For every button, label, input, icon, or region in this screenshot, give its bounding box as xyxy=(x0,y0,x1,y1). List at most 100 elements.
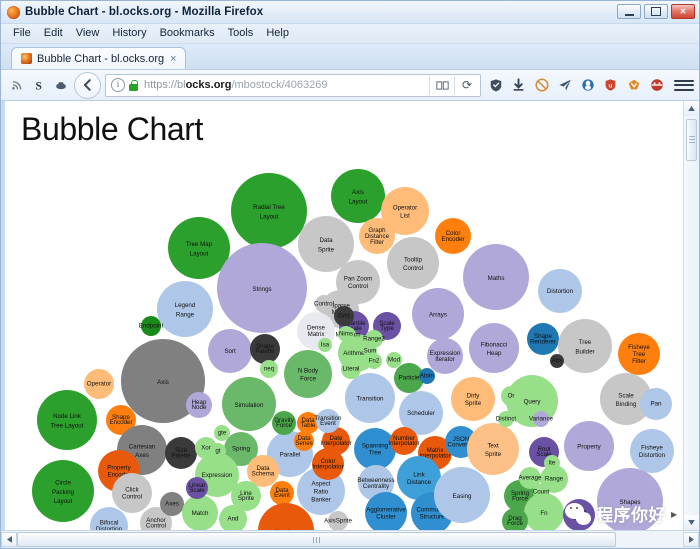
bubble-circle[interactable] xyxy=(469,323,519,373)
bubble-circle[interactable] xyxy=(318,338,332,352)
bubble-circle[interactable] xyxy=(186,477,208,499)
bubble-node[interactable]: TextSprite xyxy=(467,423,519,475)
bubble-circle[interactable] xyxy=(316,409,340,433)
bubble-circle[interactable] xyxy=(359,218,395,254)
horizontal-scroll-track[interactable] xyxy=(17,532,683,547)
bubble-circle[interactable] xyxy=(32,460,94,522)
horizontal-scroll-thumb[interactable] xyxy=(17,532,616,547)
bubble-circle[interactable] xyxy=(550,354,564,368)
bubble-circle[interactable] xyxy=(501,386,521,406)
bubble-node[interactable]: FibonacciHeap xyxy=(469,323,519,373)
bubble-node[interactable]: Literal xyxy=(341,359,361,379)
bubble-circle[interactable] xyxy=(354,428,396,470)
bubble-node[interactable]: DataSeries xyxy=(294,431,314,451)
bubble-circle[interactable] xyxy=(387,237,439,289)
tab-bubble-chart[interactable]: Bubble Chart - bl.ocks.org × xyxy=(11,47,186,69)
privacy-badger-icon[interactable] xyxy=(577,75,598,96)
bubble-node[interactable]: Transition xyxy=(345,373,395,423)
bubble-node[interactable]: DataTable xyxy=(297,412,319,434)
bubble-circle[interactable] xyxy=(328,511,348,530)
bubble-circle[interactable] xyxy=(250,334,280,364)
bubble-circle[interactable] xyxy=(498,411,514,427)
bubble-node[interactable]: Sort xyxy=(208,329,252,373)
horizontal-scrollbar[interactable] xyxy=(1,530,699,547)
scroll-down-button[interactable] xyxy=(684,515,699,530)
bubble-circle[interactable] xyxy=(558,319,612,373)
bubble-circle[interactable] xyxy=(270,481,294,505)
bubble-circle[interactable] xyxy=(435,218,471,254)
scroll-up-button[interactable] xyxy=(684,101,699,116)
bubble-circle[interactable] xyxy=(630,429,674,473)
reader-view-icon[interactable] xyxy=(429,76,454,95)
bubble-circle[interactable] xyxy=(315,295,333,313)
bubble-node[interactable]: ShapePalette xyxy=(250,334,280,364)
bubble-circle[interactable] xyxy=(84,369,114,399)
bubble-circle[interactable] xyxy=(618,333,660,375)
bubble-circle[interactable] xyxy=(222,377,276,431)
bubble-node[interactable]: Arrays xyxy=(412,288,464,340)
scroll-right-button[interactable] xyxy=(683,532,699,547)
bubble-circle[interactable] xyxy=(298,216,354,272)
bubble-circle[interactable] xyxy=(338,326,354,342)
bubble-node[interactable]: Sum xyxy=(363,344,377,358)
bubble-node[interactable]: CirclePackingLayout xyxy=(32,460,94,522)
bubble-node[interactable]: N BodyForce xyxy=(284,350,332,398)
bubble-node[interactable]: Pan xyxy=(640,388,672,420)
bubble-circle[interactable] xyxy=(168,217,230,279)
bubble-circle[interactable] xyxy=(341,359,361,379)
vertical-scrollbar[interactable] xyxy=(683,101,699,530)
bubble-circle[interactable] xyxy=(284,350,332,398)
bubble-circle[interactable] xyxy=(334,306,354,326)
bubble-node[interactable]: ClickControl xyxy=(112,473,152,513)
bubble-node[interactable]: gt xyxy=(210,443,226,459)
menu-view[interactable]: View xyxy=(70,26,107,41)
url-bar[interactable]: i https://blocks.org/mbostock/4063269 ⟳ xyxy=(105,74,481,97)
bubble-circle[interactable] xyxy=(214,425,230,441)
bubble-node[interactable]: Property xyxy=(564,421,614,471)
rss-feed-icon[interactable] xyxy=(6,74,28,96)
bubble-node[interactable]: TooltipControl xyxy=(387,237,439,289)
bubble-node[interactable]: DataSprite xyxy=(298,216,354,272)
bubble-node[interactable]: AxisLayout xyxy=(331,169,385,223)
bubble-node[interactable]: GraphDistanceFilter xyxy=(359,218,395,254)
bubble-circle[interactable] xyxy=(112,473,152,513)
bubble-circle[interactable] xyxy=(345,373,395,423)
bubble-node[interactable]: Axes xyxy=(160,492,184,516)
close-button[interactable]: ✕ xyxy=(671,4,695,19)
bubble-circle[interactable] xyxy=(160,492,184,516)
bubble-circle[interactable] xyxy=(544,455,560,471)
hamburger-menu-icon[interactable] xyxy=(674,80,694,91)
bubble-circle[interactable] xyxy=(37,390,97,450)
menu-tools[interactable]: Tools xyxy=(222,26,261,41)
bubble-node[interactable]: gte xyxy=(214,425,230,441)
bubble-circle[interactable] xyxy=(210,443,226,459)
bubble-node[interactable]: LinearScale xyxy=(186,477,208,499)
bubble-node[interactable]: DirtySprite xyxy=(451,377,495,421)
downthemall-icon[interactable] xyxy=(50,74,72,96)
bubble-node[interactable]: ExpressionIterator xyxy=(427,338,463,374)
bubble-node[interactable]: SpanningTree xyxy=(354,428,396,470)
bubble-circle[interactable] xyxy=(186,392,212,418)
bubble-circle[interactable] xyxy=(533,484,549,500)
menu-edit[interactable]: Edit xyxy=(38,26,70,41)
bubble-circle[interactable] xyxy=(272,411,296,435)
send-tab-icon[interactable] xyxy=(554,75,575,96)
bubble-circle[interactable] xyxy=(527,323,559,355)
bubble-circle[interactable] xyxy=(640,388,672,420)
bubble-node[interactable]: SizePalette xyxy=(165,437,197,469)
bubble-node[interactable]: lte xyxy=(544,455,560,471)
bubble-circle[interactable] xyxy=(451,377,495,421)
bubble-node[interactable]: TreeBuilder xyxy=(558,319,612,373)
bubble-node[interactable]: Isa xyxy=(318,338,332,352)
reload-button[interactable]: ⟳ xyxy=(454,76,479,95)
menu-help[interactable]: Help xyxy=(260,26,296,41)
bubble-node[interactable]: Nims xyxy=(338,326,354,342)
bubble-circle[interactable] xyxy=(386,352,402,368)
bubble-node[interactable]: ScaleMap xyxy=(563,499,595,530)
ublock-shield-icon[interactable]: u xyxy=(600,75,621,96)
ghostery-icon[interactable] xyxy=(646,75,667,96)
bubble-node[interactable]: Node LinkTree Layout xyxy=(37,390,97,450)
bubble-circle[interactable] xyxy=(297,412,319,434)
tab-close-icon[interactable]: × xyxy=(169,53,177,65)
bubble-node[interactable]: FisheyeDistortion xyxy=(630,429,674,473)
